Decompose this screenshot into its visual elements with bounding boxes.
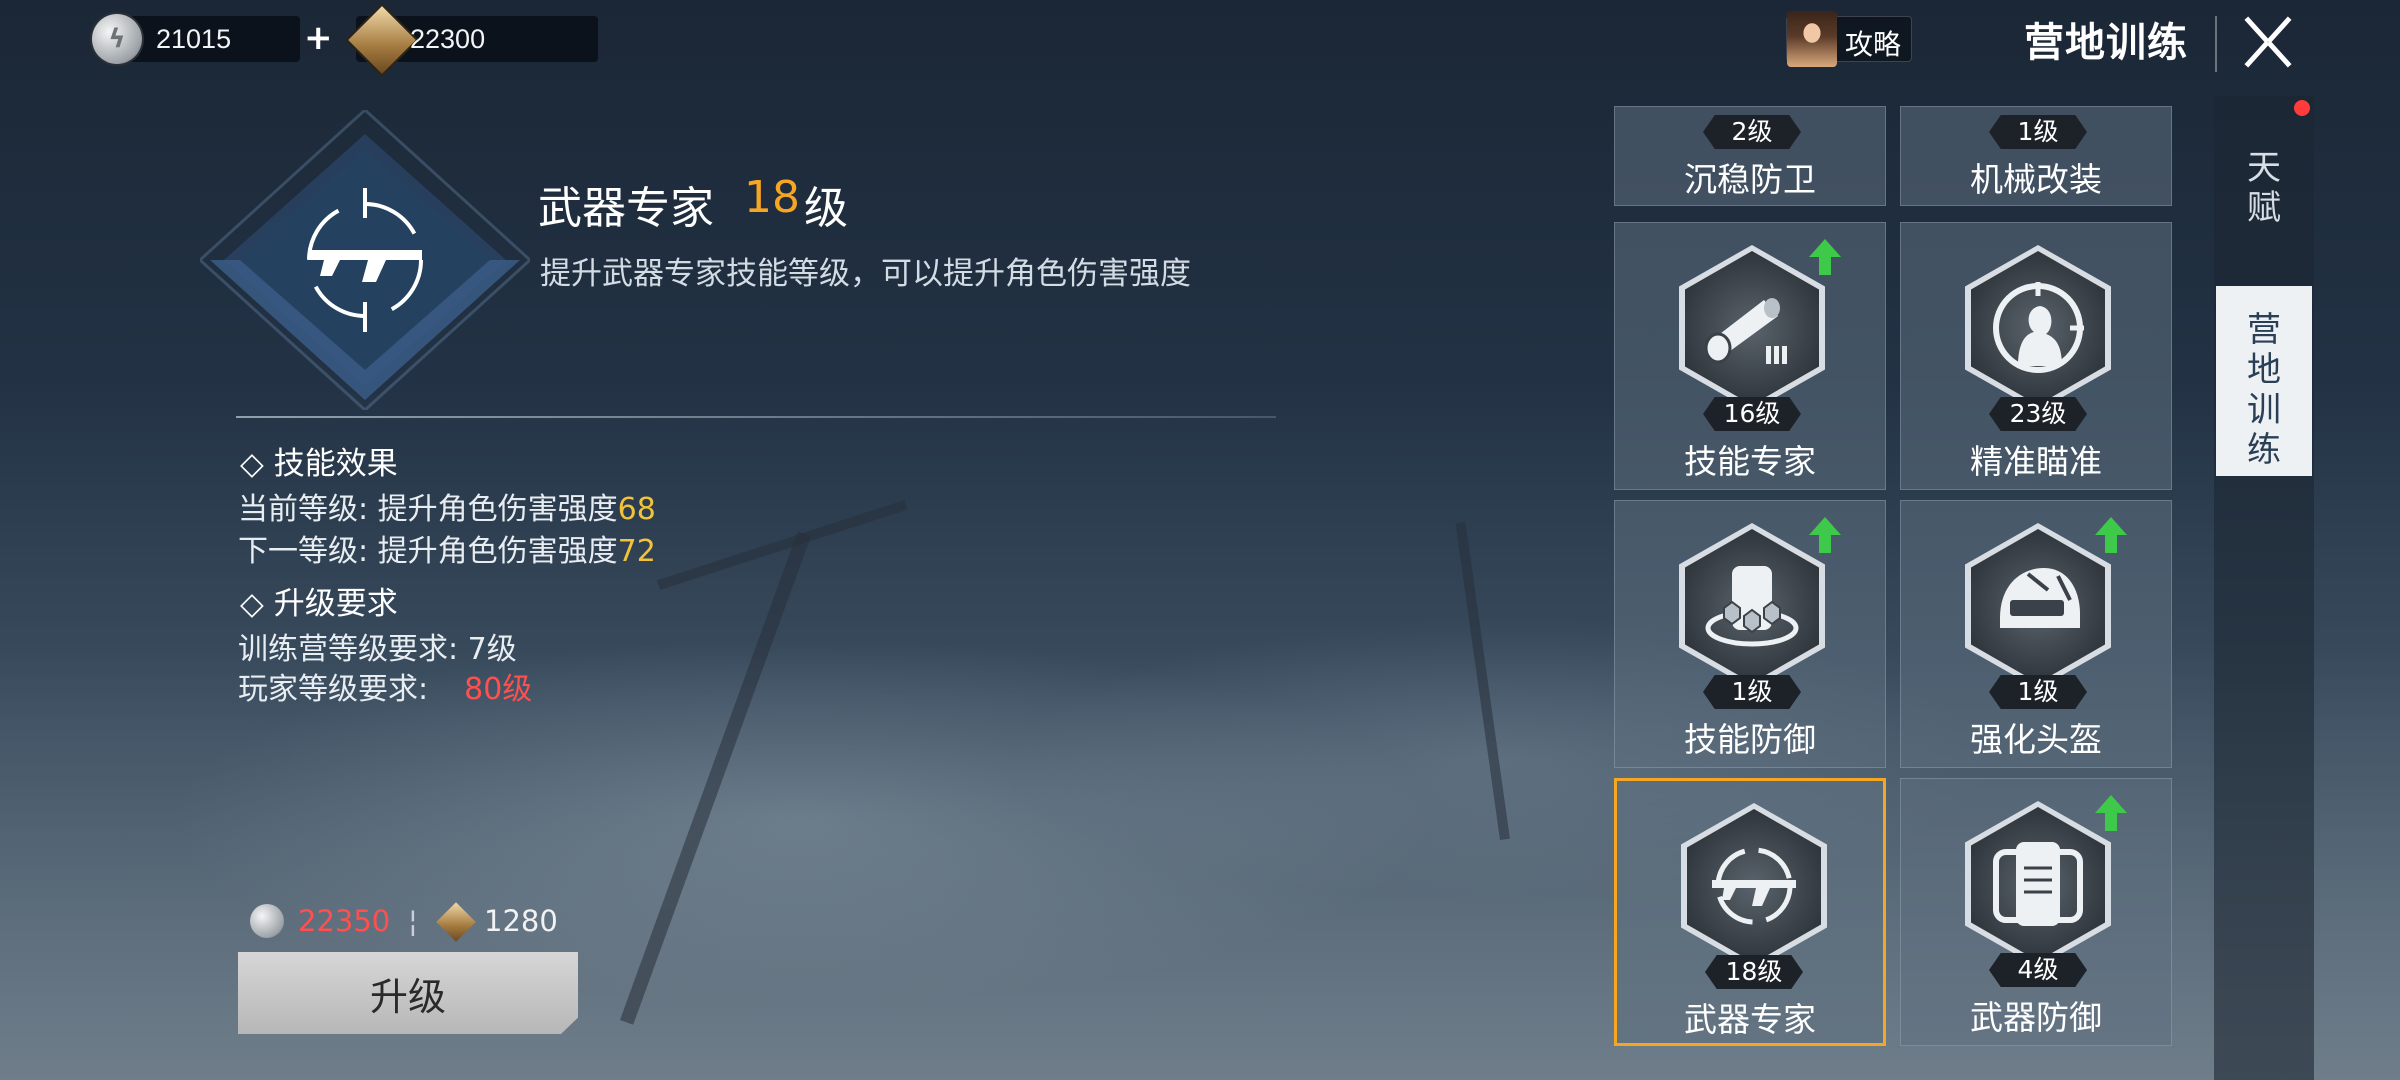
skill-level-badge: 18级	[1705, 955, 1803, 989]
requirement-heading: ◇ 升级要求	[240, 586, 398, 622]
silver-coin-icon: ϟ	[92, 14, 142, 64]
skill-level-badge: 1级	[1989, 675, 2087, 709]
skill-name: 武器专家	[538, 183, 714, 234]
scope-icon	[1704, 298, 1787, 364]
skill-tile-name: 精准瞄准	[1970, 442, 2102, 481]
skill-tile[interactable]: 16级 技能专家	[1614, 222, 1886, 490]
token-amount: 22300	[410, 23, 486, 54]
skill-tile-name: 技能专家	[1684, 442, 1816, 481]
skill-level-badge: 1级	[1989, 115, 2087, 149]
background-pole	[620, 531, 812, 1025]
silver-amount: 21015	[156, 23, 232, 54]
next-effect-value: 72	[617, 534, 656, 569]
cost-token: 1280	[484, 904, 558, 938]
page-title: 营地训练	[2024, 20, 2188, 66]
skill-level-badge: 4级	[1989, 953, 2087, 987]
skill-tile-selected[interactable]: 18级 武器专家	[1614, 778, 1886, 1046]
skill-tile[interactable]: 4级 武器防御	[1900, 778, 2172, 1046]
skill-tile[interactable]: 1级 强化头盔	[1900, 500, 2172, 768]
upgrade-available-icon	[1809, 239, 1841, 275]
tab-camp-char: 练	[2247, 430, 2281, 470]
upgrade-available-icon	[2095, 517, 2127, 553]
player-requirement: 玩家等级要求: 80级	[238, 664, 532, 708]
tab-camp-char: 训	[2247, 390, 2281, 430]
skill-tile[interactable]: 2级 沉稳防卫	[1614, 106, 1886, 206]
token-currency: 22300	[345, 3, 598, 77]
token-icon	[436, 902, 476, 942]
tab-camp-char: 地	[2247, 350, 2281, 390]
skill-description: 提升武器专家技能等级，可以提升角色伤害强度	[540, 256, 1191, 292]
hex-shield-icon	[1705, 566, 1799, 647]
current-effect-value: 68	[617, 492, 656, 527]
player-requirement-value: 80级	[464, 672, 533, 707]
add-currency-button[interactable]: +	[304, 18, 333, 58]
skill-tile[interactable]: 1级 机械改装	[1900, 106, 2172, 206]
camp-requirement: 训练营等级要求: 7级	[238, 632, 517, 667]
skill-emblem	[197, 107, 533, 413]
skill-level-badge: 23级	[1989, 397, 2087, 431]
skill-level-badge: 2级	[1703, 115, 1801, 149]
skill-tile-name: 机械改装	[1970, 160, 2102, 199]
tab-talent-char: 天	[2247, 148, 2281, 188]
skill-tile-name: 沉稳防卫	[1684, 160, 1816, 199]
silver-coin-icon	[250, 904, 284, 938]
token-icon	[345, 3, 419, 77]
skill-tile-name: 武器防御	[1970, 998, 2102, 1037]
armor-vest-icon	[1993, 842, 2083, 926]
skill-tile-name: 武器专家	[1684, 1000, 1816, 1039]
cost-separator: ¦	[408, 904, 418, 938]
next-effect-label: 下一等级: 提升角色伤害强度	[238, 534, 618, 569]
silver-currency: ϟ 21015	[92, 14, 300, 64]
helmet-icon	[2000, 568, 2080, 628]
current-effect-label: 当前等级: 提升角色伤害强度	[238, 492, 618, 527]
close-icon	[2244, 16, 2292, 68]
skill-level: 18	[744, 172, 800, 223]
crosshair-head-icon	[1993, 282, 2084, 373]
tab-talent[interactable]: 天 赋	[2216, 148, 2312, 268]
skill-tile[interactable]: 23级 精准瞄准	[1900, 222, 2172, 490]
guide-button[interactable]: 攻略	[1786, 11, 1912, 67]
guide-label: 攻略	[1845, 28, 1902, 61]
close-button[interactable]	[2236, 10, 2300, 74]
upgrade-available-icon	[1809, 517, 1841, 553]
tab-camp-training[interactable]: 营 地 训 练	[2216, 286, 2312, 476]
title-divider	[2215, 16, 2217, 72]
background-post	[1455, 521, 1510, 840]
section-divider	[236, 416, 1276, 418]
tab-camp-char: 营	[2247, 310, 2281, 350]
rifle-crosshair-icon	[1712, 847, 1796, 925]
cost-silver: 22350	[298, 904, 391, 938]
next-effect: 下一等级: 提升角色伤害强度72	[238, 526, 656, 570]
skill-tile-name: 强化头盔	[1970, 720, 2102, 759]
avatar	[1787, 11, 1837, 67]
upgrade-available-icon	[2095, 795, 2127, 831]
skill-level-badge: 16级	[1703, 397, 1801, 431]
skill-tile-name: 技能防御	[1684, 720, 1816, 759]
skill-level-badge: 1级	[1703, 675, 1801, 709]
skill-tile[interactable]: 1级 技能防御	[1614, 500, 1886, 768]
tab-talent-char: 赋	[2247, 188, 2281, 228]
notification-dot	[2294, 100, 2310, 116]
effect-heading: ◇ 技能效果	[240, 446, 398, 482]
skill-level-unit: 级	[804, 183, 848, 234]
upgrade-button[interactable]: 升级	[238, 952, 578, 1034]
current-effect: 当前等级: 提升角色伤害强度68	[238, 484, 656, 528]
player-requirement-label: 玩家等级要求:	[238, 672, 429, 707]
